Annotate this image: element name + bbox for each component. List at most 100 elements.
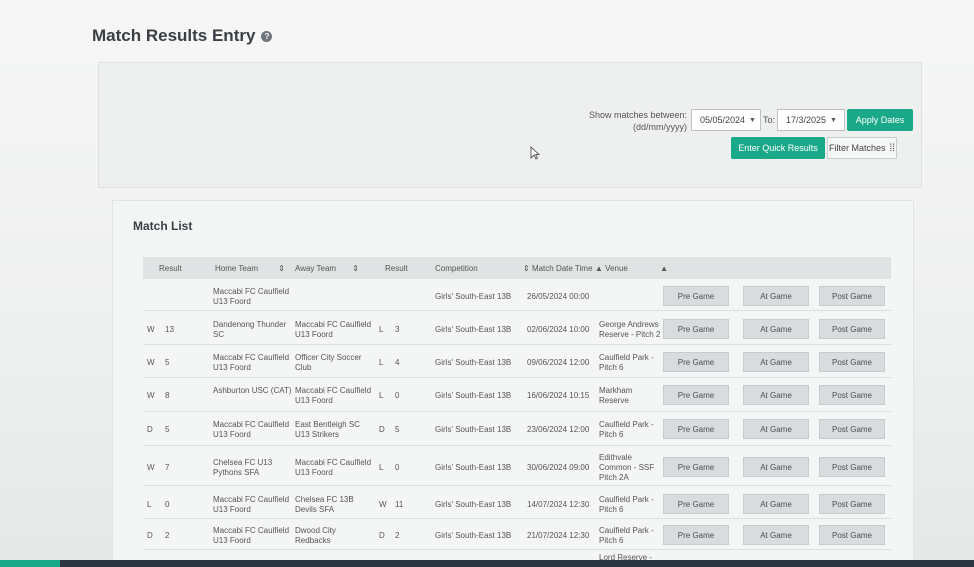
home-team-line2: SC — [213, 330, 225, 339]
venue-line1: Caulfield Park - — [599, 420, 654, 429]
home-score-cell: 5 — [165, 425, 170, 434]
help-icon[interactable]: ? — [261, 30, 273, 42]
taskbar-start[interactable] — [0, 560, 60, 567]
chevron-down-icon: ▼ — [830, 116, 837, 124]
home-result-cell: W — [147, 358, 155, 367]
at-game-button[interactable]: At Game — [743, 457, 809, 477]
table-row: D 2 Maccabi FC Caulfield U13 Foord Dwood Cit… — [143, 519, 891, 550]
column-header-away-team-label: Away Team — [295, 264, 337, 273]
home-score-cell: 8 — [165, 391, 170, 400]
date-range-label-line1: Show matches between: — [588, 110, 687, 120]
venue-line2: Pitch 6 — [599, 430, 624, 439]
column-header-home-team[interactable]: Home Team ⇕ — [215, 264, 285, 273]
venue-line2: Pitch 6 — [599, 536, 624, 545]
pre-game-button[interactable]: Pre Game — [663, 494, 729, 514]
post-game-button[interactable]: Post Game — [819, 457, 885, 477]
column-header-venue[interactable]: ▲ Venue ▲ — [595, 264, 668, 273]
pre-game-button[interactable]: Pre Game — [663, 352, 729, 372]
column-header-home-team-label: Home Team — [215, 264, 258, 273]
filter-matches-label: Filter Matches — [828, 143, 886, 153]
match-date-time-cell: 14/07/2024 12:30 — [527, 500, 590, 509]
away-team-line1: Maccabi FC Caulfield — [295, 320, 372, 329]
home-team-line1: Dandenong Thunder — [213, 320, 287, 329]
post-game-button[interactable]: Post Game — [819, 419, 885, 439]
away-score-cell: 11 — [395, 500, 404, 509]
enter-quick-results-button[interactable]: Enter Quick Results — [731, 137, 825, 159]
at-game-button[interactable]: At Game — [743, 319, 809, 339]
at-game-button[interactable]: At Game — [743, 525, 809, 545]
pre-game-button[interactable]: Pre Game — [663, 319, 729, 339]
home-team-line2: U13 Foord — [213, 536, 251, 545]
at-game-button[interactable]: At Game — [743, 419, 809, 439]
away-result-cell: L — [379, 391, 384, 400]
sliders-icon: ⁞⁞ — [889, 142, 896, 154]
table-row: D 5 Maccabi FC Caulfield U13 Foord East Bent… — [143, 412, 891, 446]
away-team-line2: U13 Foord — [295, 396, 333, 405]
column-header-match-date-time[interactable]: ⇕ Match Date Time — [523, 264, 592, 273]
home-result-cell: D — [147, 425, 153, 434]
venue-line2: Pitch 6 — [599, 363, 624, 372]
home-result-cell: W — [147, 325, 155, 334]
from-date-field[interactable]: 05/05/2024 ▼ — [691, 109, 761, 131]
away-score-cell: 5 — [395, 425, 400, 434]
column-header-result-away[interactable]: Result — [385, 264, 408, 273]
away-team-line2: Devils SFA — [295, 505, 335, 514]
home-score-cell: 0 — [165, 500, 170, 509]
table-row: W 8 Ashburton USC (CAT) Maccabi FC Caulfiel… — [143, 378, 891, 412]
home-result-cell: L — [147, 500, 152, 509]
venue-line2: Common - SSF — [599, 463, 655, 472]
column-header-competition[interactable]: Competition — [435, 264, 478, 273]
from-date-value: 05/05/2024 — [700, 115, 746, 125]
post-game-button[interactable]: Post Game — [819, 494, 885, 514]
home-score-cell: 7 — [165, 463, 170, 472]
competition-cell: Girls' South-East 13B — [435, 391, 512, 400]
competition-cell: Girls' South-East 13B — [435, 425, 512, 434]
home-score-cell: 5 — [165, 358, 170, 367]
venue-line1: Caulfield Park - — [599, 495, 654, 504]
to-date-field[interactable]: 17/3/2025 ▼ — [777, 109, 845, 131]
venue-line1: Caulfield Park - — [599, 526, 654, 535]
column-header-result-home[interactable]: Result — [159, 264, 182, 273]
at-game-button[interactable]: At Game — [743, 352, 809, 372]
post-game-button[interactable]: Post Game — [819, 352, 885, 372]
at-game-button[interactable]: At Game — [743, 385, 809, 405]
home-score-cell: 13 — [165, 325, 174, 334]
column-header-match-date-time-label: Match Date Time — [531, 264, 593, 273]
home-result-cell: W — [147, 463, 155, 472]
home-score-cell: 2 — [165, 531, 170, 540]
home-team-line1: Maccabi FC Caulfield — [213, 287, 290, 296]
post-game-button[interactable]: Post Game — [819, 385, 885, 405]
home-team-line2: U13 Foord — [213, 363, 251, 372]
pre-game-button[interactable]: Pre Game — [663, 385, 729, 405]
table-header: Result Home Team ⇕ Away Team ⇕ Result Co… — [143, 257, 891, 279]
competition-cell: Girls' South-East 13B — [435, 463, 512, 472]
sort-icon: ▲ — [660, 264, 669, 273]
column-header-away-team[interactable]: Away Team ⇕ — [295, 264, 359, 273]
venue-line2: Reserve — [599, 396, 629, 405]
pre-game-button[interactable]: Pre Game — [663, 419, 729, 439]
away-team-line2: U13 Strikers — [295, 430, 340, 439]
venue-line3: Pitch 2A — [599, 473, 629, 482]
filter-matches-button[interactable]: Filter Matches ⁞⁞ — [827, 137, 897, 159]
to-label: To: — [762, 115, 775, 125]
apply-dates-button[interactable]: Apply Dates — [847, 109, 913, 131]
match-date-time-cell: 09/06/2024 12:00 — [527, 358, 590, 367]
post-game-button[interactable]: Post Game — [819, 286, 885, 306]
table-row: W 7 Chelsea FC U13 Pythons SFA Maccabi FC Ca… — [143, 448, 891, 486]
table-row: Maccabi FC Caulfield U13 Foord Girls' Sout… — [143, 281, 891, 311]
venue-line2: Pitch 6 — [599, 505, 624, 514]
home-team-line1: Chelsea FC U13 — [213, 458, 273, 467]
away-score-cell: 4 — [395, 358, 400, 367]
at-game-button[interactable]: At Game — [743, 494, 809, 514]
post-game-button[interactable]: Post Game — [819, 525, 885, 545]
pre-game-button[interactable]: Pre Game — [663, 457, 729, 477]
taskbar — [0, 560, 974, 567]
post-game-button[interactable]: Post Game — [819, 319, 885, 339]
at-game-button[interactable]: At Game — [743, 286, 809, 306]
venue-line1: Markham — [599, 386, 633, 395]
pre-game-button[interactable]: Pre Game — [663, 286, 729, 306]
away-team-line1: Maccabi FC Caulfield — [295, 458, 372, 467]
competition-cell: Girls' South-East 13B — [435, 292, 512, 301]
pre-game-button[interactable]: Pre Game — [663, 525, 729, 545]
venue-line1: Edithvale — [599, 453, 632, 462]
